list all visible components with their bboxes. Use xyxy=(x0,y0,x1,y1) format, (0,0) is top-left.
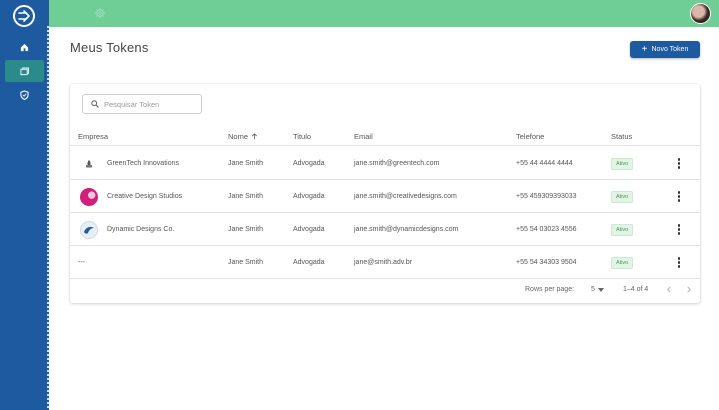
rows-per-page-label: Rows per page: xyxy=(525,286,575,293)
settings-gear-icon[interactable] xyxy=(94,7,106,19)
user-avatar[interactable] xyxy=(690,3,711,24)
status-badge: Ativo xyxy=(611,190,634,203)
topbar xyxy=(49,0,719,27)
cell-email: jane.smith@greentech.com xyxy=(354,160,440,167)
column-header-telefone[interactable]: Telefone xyxy=(516,132,544,141)
cell-titulo: Advogada xyxy=(293,160,325,167)
cell-telefone: +55 54 34303 9504 xyxy=(516,259,577,266)
column-header-nome[interactable]: Nome xyxy=(228,132,258,141)
table-row[interactable]: --- Jane Smith Advogada jane@smith.adv.b… xyxy=(70,246,700,279)
cell-telefone: +55 44 4444 4444 xyxy=(516,160,573,167)
new-token-button-label: Novo Token xyxy=(651,46,689,53)
more-vertical-icon[interactable] xyxy=(674,191,684,202)
company-name: Dynamic Designs Co. xyxy=(107,226,175,233)
dynamic-designs-logo-icon xyxy=(80,220,98,239)
logo-icon[interactable] xyxy=(13,5,35,27)
cell-titulo: Advogada xyxy=(293,193,325,200)
column-header-status[interactable]: Status xyxy=(611,132,632,141)
row-actions[interactable] xyxy=(674,246,684,279)
sidebar-item-home[interactable] xyxy=(5,36,44,58)
column-header-titulo[interactable]: Titulo xyxy=(293,132,311,141)
tokens-icon xyxy=(20,66,29,75)
cell-telefone: +55 459309393033 xyxy=(516,193,577,200)
cell-nome: Jane Smith xyxy=(228,193,264,200)
cell-titulo: Advogada xyxy=(293,226,325,233)
cell-empresa: Creative Design Studios xyxy=(80,180,182,213)
cell-status: Ativo xyxy=(611,180,634,213)
status-badge: Ativo xyxy=(611,223,634,236)
chevron-right-icon xyxy=(687,286,692,293)
plus-icon: + xyxy=(641,43,648,55)
more-vertical-icon[interactable] xyxy=(674,257,684,268)
column-header-nome-label: Nome xyxy=(228,132,249,141)
dropdown-arrow-icon xyxy=(597,287,604,292)
cell-titulo: Advogada xyxy=(293,259,325,266)
rows-per-page-select[interactable]: 5 xyxy=(591,286,604,293)
cell-status: Ativo xyxy=(611,246,634,279)
chevron-left-icon xyxy=(666,286,671,293)
shield-icon xyxy=(20,90,29,100)
more-vertical-icon[interactable] xyxy=(674,224,684,235)
column-header-email[interactable]: Email xyxy=(354,132,373,141)
cell-nome: Jane Smith xyxy=(228,160,264,167)
cell-empresa: --- xyxy=(78,259,85,266)
creative-design-logo-icon xyxy=(80,187,98,206)
cell-email: jane@smith.adv.br xyxy=(354,259,412,266)
company-name: GreenTech Innovations xyxy=(107,160,179,167)
cell-status: Ativo xyxy=(611,147,634,180)
status-badge: Ativo xyxy=(611,256,634,269)
home-icon xyxy=(20,43,29,51)
tokens-card: Empresa Nome Titulo Email Telefone Statu… xyxy=(70,84,700,303)
previous-page-button[interactable] xyxy=(666,286,672,293)
sidebar xyxy=(0,0,49,410)
table-row[interactable]: Creative Design Studios Jane Smith Advog… xyxy=(70,180,700,213)
row-actions[interactable] xyxy=(674,147,684,180)
table-row[interactable]: Dynamic Designs Co. Jane Smith Advogada … xyxy=(70,213,700,246)
rows-per-page-value: 5 xyxy=(591,286,595,293)
next-page-button[interactable] xyxy=(686,286,692,293)
sidebar-divider xyxy=(47,26,49,410)
sidebar-item-tokens[interactable] xyxy=(5,60,44,82)
column-header-empresa[interactable]: Empresa xyxy=(78,132,108,141)
table-header: Empresa Nome Titulo Email Telefone Statu… xyxy=(70,128,700,146)
greentech-logo-icon xyxy=(80,155,98,173)
search-box[interactable] xyxy=(82,94,202,114)
cell-status: Ativo xyxy=(611,213,634,246)
sort-arrow-up-icon[interactable] xyxy=(251,133,258,140)
table-row[interactable]: GreenTech Innovations Jane Smith Advogad… xyxy=(70,147,700,180)
row-actions[interactable] xyxy=(674,213,684,246)
search-input[interactable] xyxy=(104,99,194,109)
new-token-button[interactable]: + Novo Token xyxy=(630,41,700,58)
cell-email: jane.smith@dynamicdesigns.com xyxy=(354,226,459,233)
pagination-range: 1–4 of 4 xyxy=(623,286,649,293)
status-badge: Ativo xyxy=(611,157,634,170)
row-actions[interactable] xyxy=(674,180,684,213)
sidebar-item-security[interactable] xyxy=(5,84,44,106)
cell-email: jane.smith@creativedesigns.com xyxy=(354,193,457,200)
more-vertical-icon[interactable] xyxy=(674,158,684,169)
cell-empresa: Dynamic Designs Co. xyxy=(80,213,174,246)
company-name: Creative Design Studios xyxy=(107,193,183,200)
cell-empresa: GreenTech Innovations xyxy=(80,147,179,180)
search-icon xyxy=(91,100,99,108)
cell-telefone: +55 54 03023 4556 xyxy=(516,226,577,233)
cell-nome: Jane Smith xyxy=(228,259,264,266)
page-title: Meus Tokens xyxy=(70,40,149,55)
cell-nome: Jane Smith xyxy=(228,226,264,233)
pagination: Rows per page: 5 1–4 of 4 xyxy=(70,279,700,303)
logo-arrow-icon xyxy=(18,10,30,22)
